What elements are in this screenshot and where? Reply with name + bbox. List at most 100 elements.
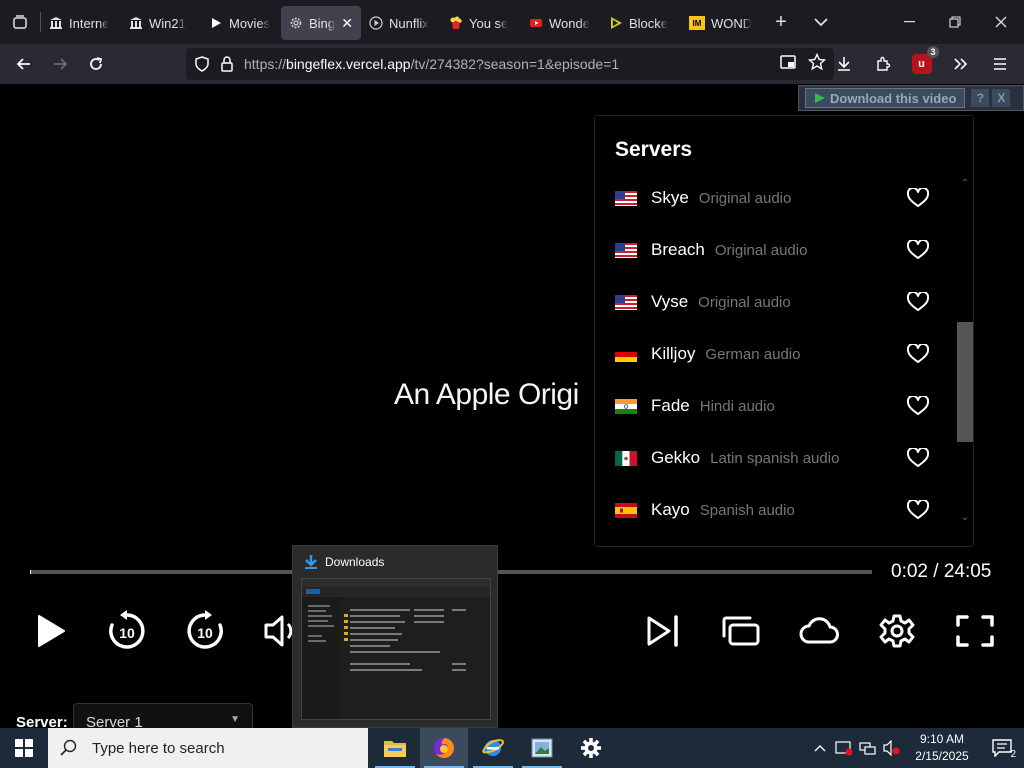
shield-icon <box>195 56 209 72</box>
search-icon <box>60 739 77 756</box>
server-audio-label: Hindi audio <box>699 397 775 415</box>
tab-5[interactable]: You se <box>441 6 521 40</box>
app-menu-button[interactable] <box>981 48 1018 80</box>
overflow-menu-button[interactable] <box>942 48 979 80</box>
forward-10-button[interactable]: 10 <box>182 608 228 654</box>
settings-taskbar-button[interactable] <box>567 728 615 768</box>
flag-in-icon <box>615 398 637 414</box>
favorite-heart-icon[interactable] <box>906 394 930 416</box>
notification-center-button[interactable]: 2 <box>980 728 1024 768</box>
ublock-button[interactable]: u3 <box>903 46 940 80</box>
server-option-kayo[interactable]: Kayo Spanish audio <box>615 495 930 525</box>
toolbar-right: u3 <box>825 46 1018 80</box>
volume-muted-tray-icon[interactable] <box>880 728 904 768</box>
download-helper-close-button[interactable]: X <box>992 89 1011 107</box>
url-text[interactable]: https://bingeflex.vercel.app/tv/274382?s… <box>244 56 619 72</box>
chromecast-cloud-button[interactable] <box>796 608 842 654</box>
arrow-left-icon <box>16 58 30 70</box>
taskbar-clock[interactable]: 9:10 AM 2/15/2025 <box>904 731 980 765</box>
firefox-taskbar-button[interactable] <box>420 728 468 768</box>
server-audio-label: Latin spanish audio <box>710 449 840 467</box>
show-hidden-icons-button[interactable] <box>808 728 832 768</box>
youtube-icon <box>529 16 543 30</box>
tab-3-active[interactable]: Binge ✕ <box>281 6 361 40</box>
download-video-button[interactable]: Download this video <box>805 88 966 108</box>
notification-count: 2 <box>1010 749 1016 760</box>
server-option-gekko[interactable]: Gekko Latin spanish audio <box>615 443 930 473</box>
scroll-down-chevron-icon[interactable]: ⌄ <box>959 512 971 523</box>
downloads-window-thumbnail[interactable]: Downloads <box>292 545 498 728</box>
tab-0[interactable]: Interne <box>41 6 121 40</box>
favorite-heart-icon[interactable] <box>906 186 930 208</box>
forward-button[interactable] <box>42 48 78 80</box>
server-option-breach[interactable]: Breach Original audio <box>615 235 930 265</box>
settings-button[interactable] <box>874 608 920 654</box>
tab-2[interactable]: Movies <box>201 6 281 40</box>
servers-scrollbar-thumb[interactable] <box>957 322 973 442</box>
puzzle-icon <box>876 56 890 71</box>
paint-taskbar-button[interactable] <box>518 728 566 768</box>
ie-taskbar-button[interactable] <box>469 728 517 768</box>
ublock-icon: u3 <box>911 46 939 74</box>
ublock-count: 3 <box>927 46 939 58</box>
extensions-button[interactable] <box>864 48 901 80</box>
server-option-skye[interactable]: Skye Original audio <box>615 183 930 213</box>
server-audio-label: Spanish audio <box>699 501 795 519</box>
server-option-vyse[interactable]: Vyse Original audio <box>615 287 930 317</box>
defender-tray-icon[interactable] <box>832 728 856 768</box>
url-host: bingeflex.vercel.app <box>286 56 411 72</box>
tab-4[interactable]: Nunflix <box>361 6 441 40</box>
flag-us-icon <box>615 242 637 258</box>
bookmark-star-icon[interactable] <box>807 52 827 76</box>
close-window-button[interactable] <box>978 0 1024 44</box>
tab-6[interactable]: Wonde <box>521 6 601 40</box>
taskbar-search[interactable]: Type here to search <box>48 728 368 768</box>
tab-7[interactable]: Blocke <box>601 6 681 40</box>
back-button[interactable] <box>6 48 42 80</box>
list-all-tabs-button[interactable] <box>801 0 841 44</box>
play-button[interactable] <box>28 608 74 654</box>
video-title-card: An Apple Origi <box>394 378 579 411</box>
url-bar[interactable]: https://bingeflex.vercel.app/tv/274382?s… <box>186 48 834 80</box>
download-helper-help-button[interactable]: ? <box>971 89 990 107</box>
explorer-preview-image <box>301 578 491 720</box>
reload-button[interactable] <box>78 48 114 80</box>
server-audio-label: Original audio <box>714 241 808 259</box>
downloads-button[interactable] <box>825 48 862 80</box>
scroll-up-chevron-icon[interactable]: ⌃ <box>959 178 971 189</box>
tab-label: Binge <box>309 15 336 31</box>
server-name: Fade <box>651 396 690 415</box>
forward-10-icon: 10 <box>187 610 223 649</box>
server-name: Killjoy <box>651 344 696 363</box>
windows-logo-icon <box>15 739 33 757</box>
start-button[interactable] <box>0 728 48 768</box>
file-explorer-taskbar-button[interactable] <box>371 728 419 768</box>
episodes-button[interactable] <box>718 608 764 654</box>
favorite-heart-icon[interactable] <box>906 290 930 312</box>
tab-8[interactable]: IM WOND <box>681 6 761 40</box>
download-arrow-icon <box>837 57 850 71</box>
server-option-fade[interactable]: Fade Hindi audio <box>615 391 930 421</box>
new-tab-button[interactable]: + <box>761 0 801 44</box>
firefox-view-button[interactable] <box>0 0 40 44</box>
tab-label: Nunflix <box>389 15 429 31</box>
network-tray-icon[interactable] <box>856 728 880 768</box>
server-name: Gekko <box>651 448 701 467</box>
favorite-heart-icon[interactable] <box>906 446 930 468</box>
tab-1[interactable]: Win21 <box>121 6 201 40</box>
favorite-heart-icon[interactable] <box>906 342 930 364</box>
rewind-10-button[interactable]: 10 <box>104 608 150 654</box>
clock-time: 9:10 AM <box>919 732 965 746</box>
next-episode-button[interactable] <box>640 608 686 654</box>
restore-button[interactable] <box>932 0 978 44</box>
fullscreen-button[interactable] <box>952 608 998 654</box>
windows-taskbar: Type here to search 9:10 AM 2/15/2025 2 <box>0 728 1024 768</box>
favorite-heart-icon[interactable] <box>906 238 930 260</box>
server-option-killjoy[interactable]: Killjoy German audio <box>615 339 930 369</box>
favorite-heart-icon[interactable] <box>906 498 930 520</box>
picture-in-picture-icon[interactable] <box>780 54 798 75</box>
close-tab-icon[interactable]: ✕ <box>341 15 353 32</box>
archive-building-icon <box>49 16 63 30</box>
popcorn-icon <box>449 16 463 30</box>
minimize-button[interactable] <box>886 0 932 44</box>
